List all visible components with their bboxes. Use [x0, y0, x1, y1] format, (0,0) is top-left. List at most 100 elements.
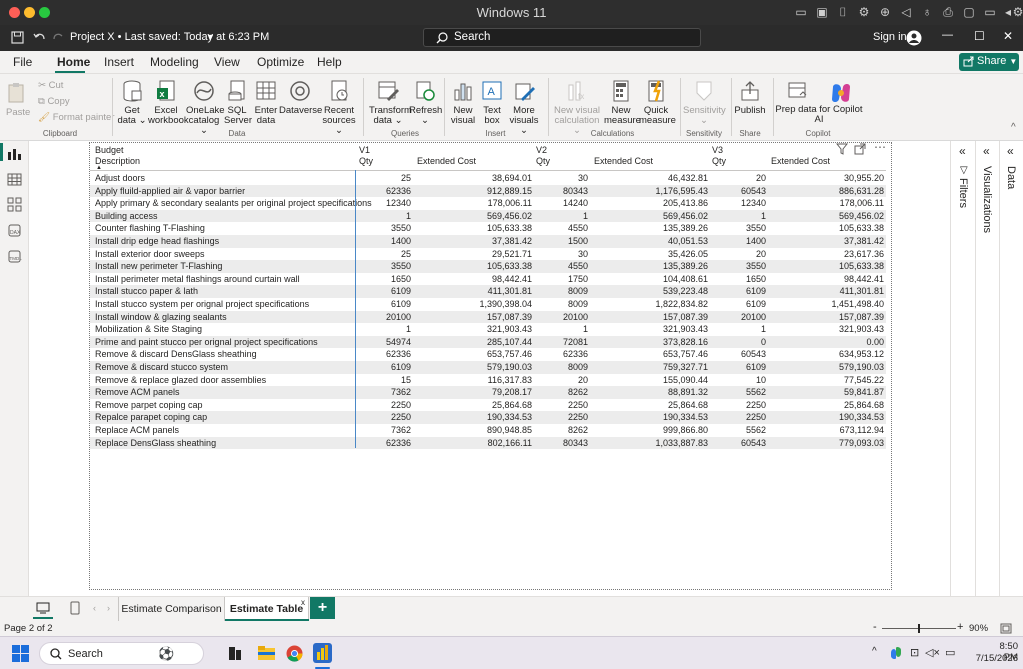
v1-extended-cost-cell[interactable]: 178,006.11	[415, 197, 532, 210]
save-icon[interactable]	[11, 31, 24, 44]
v3-qty-cell[interactable]: 3550	[712, 222, 766, 235]
clock-date[interactable]: 7/15/2026	[970, 653, 1018, 664]
table-row[interactable]: Install exterior door sweeps 25 29,521.71 3…	[90, 248, 886, 261]
v2-extended-cost-cell[interactable]: 35,426.05	[592, 248, 708, 261]
v2-qty-cell[interactable]: 14240	[536, 197, 588, 210]
v1-qty-cell[interactable]: 3550	[359, 260, 411, 273]
v3-extended-cost-cell[interactable]: 321,903.43	[770, 323, 884, 336]
v1-qty-cell[interactable]: 12340	[359, 197, 411, 210]
v1-qty-cell[interactable]: 25	[359, 248, 411, 261]
v3-extended-cost-cell[interactable]: 98,442.41	[770, 273, 884, 286]
get-data-button[interactable]: Get data ⌄	[117, 79, 147, 126]
printer-icon[interactable]: ⎙	[940, 4, 956, 20]
v2-qty-cell[interactable]: 2250	[536, 399, 588, 412]
report-view-icon[interactable]	[7, 146, 22, 161]
settings-icon[interactable]: ⚙	[856, 4, 872, 20]
v3-column-header[interactable]: V3	[712, 145, 723, 155]
v2-extended-cost-cell[interactable]: 190,334.53	[592, 411, 708, 424]
v3-qty-cell[interactable]: 12340	[712, 197, 766, 210]
v3-extended-cost-cell[interactable]: 569,456.02	[770, 210, 884, 223]
v2-qty-cell[interactable]: 20	[536, 374, 588, 387]
menu-insert[interactable]: Insert	[104, 55, 134, 69]
project-title[interactable]: Project X • Last saved: Today at 6:23 PM	[70, 31, 269, 43]
table-row[interactable]: Mobilization & Site Staging 1 321,903.43 1 3…	[90, 323, 886, 336]
data-pane-label[interactable]: Data	[1005, 166, 1017, 189]
dax-query-view-icon[interactable]: DAX	[7, 223, 22, 238]
description-cell[interactable]: Prime and paint stucco per orignal proje…	[95, 336, 355, 349]
copy-button[interactable]: ⧉ Copy	[38, 96, 70, 107]
menu-home[interactable]: Home	[57, 55, 90, 69]
v1-qty-cell[interactable]: 6109	[359, 298, 411, 311]
v3-qty-cell[interactable]: 1	[712, 323, 766, 336]
folder-icon[interactable]: ▢	[961, 4, 977, 20]
table-row[interactable]: Remove parpet coping cap 2250 25,864.68 225…	[90, 399, 886, 412]
description-cell[interactable]: Building access	[95, 210, 355, 223]
v3-extended-cost-cell[interactable]: 886,631.28	[770, 185, 884, 198]
v2-extended-cost-cell[interactable]: 46,432.81	[592, 172, 708, 185]
v2-qty-cell[interactable]: 80343	[536, 185, 588, 198]
v2-extended-cost-cell[interactable]: 373,828.16	[592, 336, 708, 349]
v1-qty-cell[interactable]: 1	[359, 323, 411, 336]
v3-extended-cost-cell[interactable]: 673,112.94	[770, 424, 884, 437]
share-button[interactable]: Share ▼	[959, 53, 1019, 71]
v3-qty-cell[interactable]: 20	[712, 248, 766, 261]
v2-extended-cost-cell[interactable]: 1,033,887.83	[592, 437, 708, 450]
v2-qty-cell[interactable]: 8009	[536, 285, 588, 298]
table-row[interactable]: Remove & discard DensGlass sheathing 6233…	[90, 348, 886, 361]
v1-extended-cost-cell[interactable]: 411,301.81	[415, 285, 532, 298]
copilot-tray-icon[interactable]	[889, 646, 903, 660]
v3-extended-cost-cell[interactable]: 0.00	[770, 336, 884, 349]
v1-extended-cost-cell[interactable]: 912,889.15	[415, 185, 532, 198]
v1-extended-cost-cell[interactable]: 37,381.42	[415, 235, 532, 248]
v2-qty-cell[interactable]: 1500	[536, 235, 588, 248]
zoom-out-button[interactable]: -	[873, 621, 877, 633]
screen-icon[interactable]: ▭	[982, 4, 998, 20]
new-measure-button[interactable]: New measure	[604, 79, 641, 126]
v3-extended-cost-cell[interactable]: 37,381.42	[770, 235, 884, 248]
v2-qty-cell[interactable]: 30	[536, 172, 588, 185]
tab-scroll-left-icon[interactable]: ‹	[93, 603, 96, 613]
table-row[interactable]: Install drip edge head flashings 1400 37,3…	[90, 235, 886, 248]
table-row[interactable]: Building access 1 569,456.02 1 569,456.02 1 56…	[90, 209, 886, 223]
v3-qty-cell[interactable]: 20	[712, 172, 766, 185]
data-pane[interactable]: « Data	[999, 141, 1023, 596]
volume-icon[interactable]: ◁	[898, 4, 914, 20]
v2-qty-cell[interactable]: 2250	[536, 411, 588, 424]
rowgroup-header[interactable]: Budget	[95, 145, 124, 155]
collapse-data-icon[interactable]: «	[1007, 144, 1014, 158]
description-cell[interactable]: Install perimeter metal flashings around…	[95, 273, 355, 286]
v1-column-header[interactable]: V1	[359, 145, 370, 155]
v1-extended-cost-cell[interactable]: 116,317.83	[415, 374, 532, 387]
copilot-icon[interactable]	[829, 81, 853, 105]
description-cell[interactable]: Install new perimeter T-Flashing	[95, 260, 355, 273]
v1-qty-cell[interactable]: 3550	[359, 222, 411, 235]
v1-qty-cell[interactable]: 2250	[359, 399, 411, 412]
v2-extended-cost-cell[interactable]: 135,389.26	[592, 260, 708, 273]
v3-qty-cell[interactable]: 60543	[712, 185, 766, 198]
v1-qty-cell[interactable]: 62336	[359, 437, 411, 450]
v2-qty-cell[interactable]: 4550	[536, 260, 588, 273]
display-icon[interactable]: ▣	[814, 4, 830, 20]
v2-qty-cell[interactable]: 8009	[536, 298, 588, 311]
v1-extended-cost-cell[interactable]: 105,633.38	[415, 260, 532, 273]
v2-extended-cost-cell[interactable]: 653,757.46	[592, 348, 708, 361]
v2-qty-cell[interactable]: 20100	[536, 311, 588, 324]
excel-workbook-button[interactable]: x Excel workbook	[148, 79, 189, 126]
description-cell[interactable]: Install window & glazing sealants	[95, 311, 355, 324]
table-row[interactable]: Install window & glazing sealants 20100 15…	[90, 310, 886, 324]
v1-extended-cost-cell[interactable]: 98,442.41	[415, 273, 532, 286]
v3-extended-cost-cell[interactable]: 634,953.12	[770, 348, 884, 361]
v1-qty-cell[interactable]: 62336	[359, 348, 411, 361]
v2-extended-cost-cell[interactable]: 205,413.86	[592, 197, 708, 210]
v3-qty-cell[interactable]: 2250	[712, 411, 766, 424]
table-row[interactable]: Counter flashing T-Flashing 3550 105,633.3…	[90, 222, 886, 235]
zoom-in-button[interactable]: +	[957, 621, 963, 633]
more-visuals-button[interactable]: More visuals ⌄	[506, 79, 542, 136]
gear-icon[interactable]: ⚙	[1010, 4, 1023, 20]
publish-button[interactable]: Publish	[734, 79, 766, 116]
collapse-ribbon-icon[interactable]: ^	[1011, 122, 1016, 133]
v2-extended-cost-cell[interactable]: 321,903.43	[592, 323, 708, 336]
v3-extended-cost-cell[interactable]: 105,633.38	[770, 260, 884, 273]
v3-qty-cell[interactable]: 6109	[712, 361, 766, 374]
v1-qty-cell[interactable]: 1400	[359, 235, 411, 248]
